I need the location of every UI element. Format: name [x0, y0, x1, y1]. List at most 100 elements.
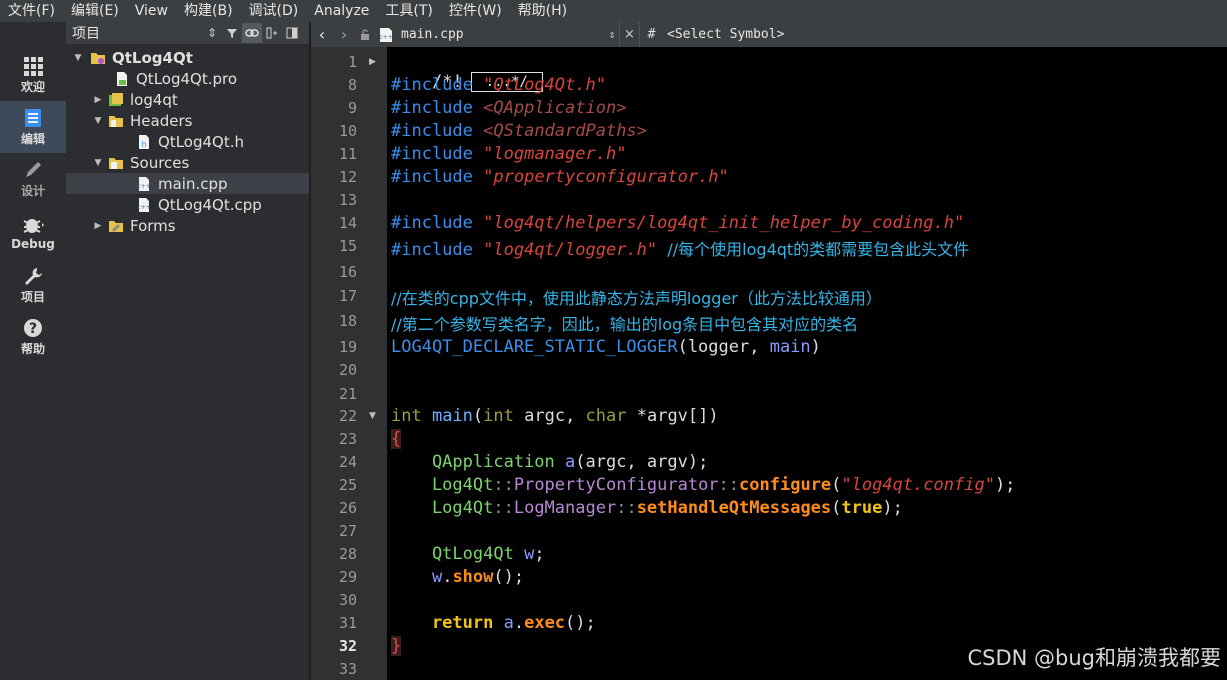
tree-node-label: QtLog4Qt.cpp [158, 195, 262, 214]
line-number: 16 [338, 263, 357, 281]
mode-design[interactable]: 设计 [0, 153, 66, 205]
line-number: 28 [338, 545, 357, 563]
project-pane-title[interactable]: 项目 [66, 23, 202, 43]
mode-bar-corner [0, 22, 66, 45]
line-number: 24 [338, 453, 357, 471]
tree-node-sources[interactable]: ▼ Sources [66, 152, 309, 173]
svg-text:?: ? [29, 321, 37, 337]
line-number: 12 [338, 168, 357, 186]
menu-view[interactable]: View [127, 0, 176, 22]
wrench-icon [25, 267, 42, 285]
mode-edit[interactable]: 编辑 [0, 101, 66, 153]
code-line-10: #include <QStandardPaths> [391, 121, 647, 141]
collapse-arrow-icon[interactable]: ▼ [92, 158, 104, 168]
question-icon: ? [24, 318, 42, 337]
expand-arrow-icon[interactable]: ▶ [92, 221, 104, 231]
menu-analyze[interactable]: Analyze [306, 0, 377, 22]
collapse-arrow-icon[interactable]: ▼ [72, 53, 84, 63]
pencil-icon [26, 161, 41, 177]
code-editor[interactable]: /*! ...*/ #include "QtLog4Qt.h" #include … [387, 47, 1227, 680]
code-line-9: #include <QApplication> [391, 98, 627, 118]
tree-node-header-file[interactable]: h QtLog4Qt.h [66, 131, 309, 152]
menu-controls[interactable]: 控件(W) [441, 0, 510, 22]
expand-fold-icon[interactable]: ▶ [369, 57, 376, 67]
tree-node-forms[interactable]: ▶ Forms [66, 215, 309, 236]
line-number: 21 [338, 385, 357, 403]
filter-icon[interactable] [222, 23, 242, 43]
project-folder-icon [91, 52, 105, 64]
mode-debug[interactable]: Debug [0, 207, 66, 259]
grid-icon [24, 56, 43, 76]
view-selector-arrows-icon[interactable]: ⇕ [202, 23, 222, 43]
nav-back-icon[interactable]: ‹ [311, 22, 333, 47]
symbol-selector[interactable]: <Select Symbol> [663, 22, 784, 47]
svg-text:c++: c++ [137, 183, 150, 190]
close-pane-icon[interactable] [282, 23, 302, 43]
line-number: 20 [338, 361, 357, 379]
menu-edit[interactable]: 编辑(E) [63, 0, 127, 22]
mode-help[interactable]: ? 帮助 [0, 311, 66, 363]
tree-node-qtlog4qt-cpp[interactable]: c++ QtLog4Qt.cpp [66, 194, 309, 215]
menu-bar: 文件(F) 编辑(E) View 构建(B) 调试(D) Analyze 工具(… [0, 0, 1227, 22]
matching-brace: { [391, 429, 402, 449]
header-file-icon: h [139, 134, 149, 149]
mode-bar: 欢迎 编辑 设计 Debug 项目 ? 帮助 [0, 45, 66, 680]
code-line-26: Log4Qt::LogManager::setHandleQtMessages(… [391, 498, 903, 518]
svg-text:c++: c++ [379, 34, 392, 41]
code-line-17: //在类的cpp文件中，使用此静态方法声明logger（此方法比较通用） [391, 289, 882, 308]
folder-cpp-icon [109, 157, 123, 169]
line-number: 17 [338, 287, 357, 305]
mode-welcome[interactable]: 欢迎 [0, 49, 66, 101]
line-number: 18 [338, 312, 357, 330]
mode-projects[interactable]: 项目 [0, 259, 66, 311]
line-number: 1 [347, 53, 357, 71]
open-document-name[interactable]: main.cpp [397, 22, 605, 47]
line-number: 9 [347, 99, 357, 117]
tree-node-label: Headers [130, 111, 193, 130]
collapse-arrow-icon[interactable]: ▼ [92, 116, 104, 126]
line-number: 29 [338, 568, 357, 586]
code-line-22: int main(int argc, char *argv[]) [391, 406, 719, 426]
tree-node-main-cpp[interactable]: c++ main.cpp [66, 173, 309, 194]
cpp-file-type-icon: c++ [375, 22, 397, 47]
menu-file[interactable]: 文件(F) [0, 0, 63, 22]
line-number: 10 [338, 122, 357, 140]
mode-edit-label: 编辑 [20, 131, 45, 146]
mode-welcome-label: 欢迎 [20, 79, 45, 94]
symbol-hash: # [639, 22, 663, 47]
menu-tools[interactable]: 工具(T) [377, 0, 440, 22]
document-dropdown-icon[interactable]: ⇕ [605, 22, 619, 47]
tree-node-log4qt[interactable]: ▶ log4qt [66, 89, 309, 110]
project-pane-header: 项目 ⇕ [66, 22, 309, 45]
tree-node-headers[interactable]: ▼ Headers [66, 110, 309, 131]
editor-toolbar: ‹ › c++ main.cpp ⇕ × # <Select Symbol> [311, 22, 1227, 47]
menu-help[interactable]: 帮助(H) [510, 0, 575, 22]
cpp-file-icon: c++ [137, 176, 151, 191]
close-document-icon[interactable]: × [619, 22, 639, 47]
collapse-fold-icon[interactable]: ▼ [369, 411, 376, 421]
menu-build[interactable]: 构建(B) [176, 0, 241, 22]
pro-file-icon [117, 71, 127, 86]
current-line-number: 32 [338, 637, 357, 655]
expand-arrow-icon[interactable]: ▶ [92, 95, 104, 105]
nav-forward-icon[interactable]: › [333, 22, 355, 47]
cpp-file-icon: c++ [137, 197, 151, 212]
tree-node-label: main.cpp [158, 174, 228, 193]
menu-debug[interactable]: 调试(D) [241, 0, 307, 22]
lock-icon[interactable] [355, 22, 375, 47]
line-number: 8 [347, 76, 357, 94]
folder-h-icon [109, 115, 123, 127]
line-number: 33 [338, 660, 357, 678]
code-line-8: #include "QtLog4Qt.h" [391, 75, 606, 95]
line-number: 30 [338, 591, 357, 609]
line-number: 23 [338, 430, 357, 448]
code-line-12: #include "propertyconfigurator.h" [391, 167, 729, 187]
code-line-31: return a.exec(); [391, 613, 596, 633]
tree-node-project[interactable]: ▼ QtLog4Qt [66, 47, 309, 68]
matching-brace: } [391, 636, 402, 656]
code-line-32: } [391, 636, 402, 656]
link-with-editor-icon[interactable] [242, 23, 262, 43]
split-icon[interactable] [262, 23, 282, 43]
tree-node-pro-file[interactable]: QtLog4Qt.pro [66, 68, 309, 89]
line-number: 11 [338, 145, 357, 163]
